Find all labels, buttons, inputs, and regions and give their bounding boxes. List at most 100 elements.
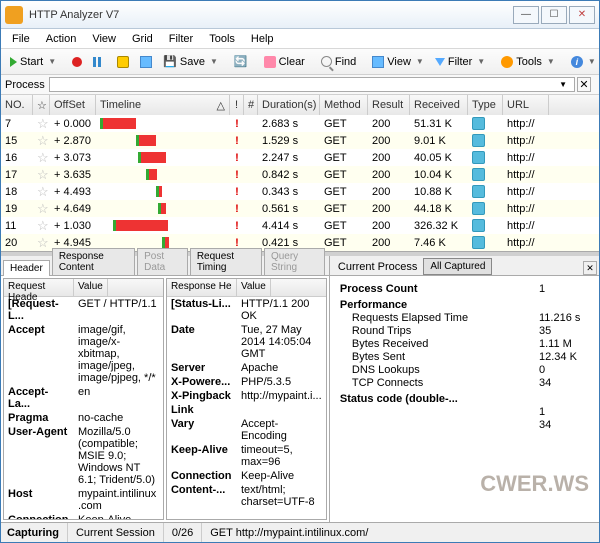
funnel-icon — [435, 58, 445, 66]
star-icon[interactable]: ☆ — [37, 218, 49, 234]
tab-header[interactable]: Header — [3, 260, 50, 276]
menu-bar: File Action View Grid Filter Tools Help — [1, 29, 599, 49]
request-grid: NO. ☆ OffSet Timeline△ ! # Duration(s) M… — [1, 95, 599, 252]
menu-action[interactable]: Action — [39, 32, 84, 46]
col-duration[interactable]: Duration(s) — [258, 95, 320, 115]
star-icon[interactable]: ☆ — [37, 133, 49, 149]
status-request: GET http://mypaint.intilinux.com/ — [202, 523, 593, 542]
eraser-icon — [264, 56, 276, 68]
type-icon — [472, 219, 485, 232]
status-capturing: Capturing — [7, 523, 68, 542]
response-headers-table: Response HeValue [Status-Li...HTTP/1.1 2… — [166, 278, 327, 520]
save-button[interactable]: 💾Save▼ — [158, 52, 223, 71]
table-row[interactable]: 16☆+ 3.073!2.247 sGET20040.05 Khttp:// — [1, 149, 599, 166]
stop-button[interactable] — [67, 54, 87, 70]
alert-icon: ! — [235, 203, 239, 215]
menu-tools[interactable]: Tools — [202, 32, 242, 46]
status-bar: Capturing Current Session 0/26 GET http:… — [1, 522, 599, 542]
table-row[interactable]: 19☆+ 4.649!0.561 sGET20044.18 Khttp:// — [1, 200, 599, 217]
star-icon[interactable]: ☆ — [37, 184, 49, 200]
tab-query-string[interactable]: Query String — [264, 248, 325, 275]
col-url[interactable]: URL — [503, 95, 549, 115]
window-title: HTTP Analyzer V7 — [29, 9, 513, 21]
toolbar: Start▼ 💾Save▼ 🔄 Clear Find View▼ Filter▼… — [1, 49, 599, 75]
process-label: Process — [5, 79, 45, 91]
col-method[interactable]: Method — [320, 95, 368, 115]
start-button[interactable]: Start▼ — [5, 53, 61, 71]
alert-icon: ! — [235, 237, 239, 249]
col-no[interactable]: NO. — [1, 95, 33, 115]
watermark: CWER.WS — [480, 471, 589, 497]
refresh-button[interactable]: 🔄 — [229, 52, 253, 71]
col-excl[interactable]: ! — [230, 95, 244, 115]
window-icon — [140, 56, 152, 68]
col-timeline[interactable]: Timeline△ — [96, 95, 230, 115]
type-icon — [472, 151, 485, 164]
view-button[interactable]: View▼ — [367, 53, 429, 71]
alert-icon: ! — [235, 118, 239, 130]
status-progress: 0/26 — [164, 523, 202, 542]
alert-icon: ! — [235, 186, 239, 198]
info-button[interactable]: i▼ — [566, 53, 600, 71]
menu-view[interactable]: View — [85, 32, 123, 46]
filter-button[interactable]: Filter▼ — [430, 53, 490, 71]
alert-icon: ! — [235, 169, 239, 181]
menu-grid[interactable]: Grid — [125, 32, 160, 46]
star-icon[interactable]: ☆ — [37, 235, 49, 251]
tab-response-content[interactable]: Response Content — [52, 248, 135, 275]
new-button[interactable] — [135, 53, 157, 71]
col-star[interactable]: ☆ — [33, 95, 50, 115]
find-button[interactable]: Find — [316, 53, 361, 71]
type-icon — [472, 236, 485, 249]
gear-icon — [501, 56, 513, 68]
app-icon — [5, 6, 23, 24]
table-row[interactable]: 17☆+ 3.635!0.842 sGET20010.04 Khttp:// — [1, 166, 599, 183]
type-icon — [472, 117, 485, 130]
all-captured-button[interactable]: All Captured — [423, 258, 492, 275]
col-type[interactable]: Type — [468, 95, 503, 115]
pause-button[interactable] — [88, 54, 106, 70]
tab-request-timing[interactable]: Request Timing — [190, 248, 262, 275]
process-dropdown[interactable]: ▼ — [49, 77, 575, 92]
pause-icon — [93, 57, 101, 67]
col-result[interactable]: Result — [368, 95, 410, 115]
open-button[interactable] — [112, 53, 134, 71]
clear-button[interactable]: Clear — [259, 53, 310, 71]
play-icon — [10, 57, 17, 67]
view-icon — [372, 56, 384, 68]
panel-close[interactable]: ✕ — [583, 261, 597, 275]
minimize-button[interactable]: — — [513, 6, 539, 24]
col-offset[interactable]: OffSet — [50, 95, 96, 115]
menu-help[interactable]: Help — [244, 32, 281, 46]
request-headers-table: Request HeadeValue [Request-L...GET / HT… — [3, 278, 164, 520]
col-hash[interactable]: # — [244, 95, 258, 115]
table-row[interactable]: 7☆+ 0.000!2.683 sGET20051.31 Khttp:// — [1, 115, 599, 132]
type-icon — [472, 185, 485, 198]
stop-icon — [72, 57, 82, 67]
maximize-button[interactable]: ☐ — [541, 6, 567, 24]
star-icon[interactable]: ☆ — [37, 150, 49, 166]
col-received[interactable]: Received — [410, 95, 468, 115]
info-icon: i — [571, 56, 583, 68]
table-row[interactable]: 15☆+ 2.870!1.529 sGET2009.01 Khttp:// — [1, 132, 599, 149]
star-icon[interactable]: ☆ — [37, 201, 49, 217]
alert-icon: ! — [235, 135, 239, 147]
tab-post-data[interactable]: Post Data — [137, 248, 188, 275]
star-icon[interactable]: ☆ — [37, 116, 49, 132]
alert-icon: ! — [235, 220, 239, 232]
star-icon[interactable]: ☆ — [37, 167, 49, 183]
alert-icon: ! — [235, 152, 239, 164]
table-row[interactable]: 11☆+ 1.030!4.414 sGET200326.32 Khttp:// — [1, 217, 599, 234]
menu-file[interactable]: File — [5, 32, 37, 46]
status-session: Current Session — [68, 523, 164, 542]
search-icon — [321, 56, 332, 67]
folder-icon — [117, 56, 129, 68]
type-icon — [472, 168, 485, 181]
type-icon — [472, 134, 485, 147]
menu-filter[interactable]: Filter — [162, 32, 200, 46]
tools-button[interactable]: Tools▼ — [496, 53, 560, 71]
table-row[interactable]: 18☆+ 4.493!0.343 sGET20010.88 Khttp:// — [1, 183, 599, 200]
current-process-label: Current Process — [332, 259, 423, 275]
close-button[interactable]: ✕ — [569, 6, 595, 24]
process-close[interactable]: ✕ — [577, 77, 591, 92]
